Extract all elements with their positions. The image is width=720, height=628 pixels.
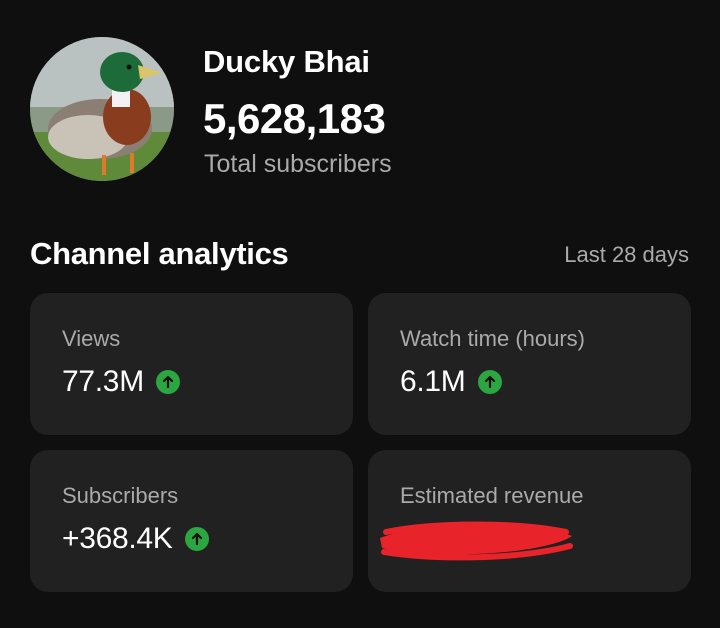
card-label: Estimated revenue: [400, 483, 584, 508]
analytics-period[interactable]: Last 28 days: [564, 242, 689, 268]
trend-up-icon: [477, 370, 502, 394]
duck-icon: [30, 37, 174, 181]
channel-avatar[interactable]: [30, 37, 174, 181]
analytics-card-subscribers[interactable]: Subscribers +368.4K: [30, 450, 353, 592]
card-value: +368.4K: [62, 522, 173, 555]
total-subscriber-count: 5,628,183: [203, 95, 386, 142]
card-value: 77.3M: [62, 365, 144, 398]
analytics-card-watch-time[interactable]: Watch time (hours) 6.1M: [368, 293, 691, 435]
card-value-row: 6.1M: [400, 365, 502, 399]
analytics-card-estimated-revenue[interactable]: Estimated revenue: [368, 450, 691, 592]
card-label: Subscribers: [62, 483, 179, 508]
redaction-scribble: [376, 514, 576, 562]
analytics-card-views[interactable]: Views 77.3M: [30, 293, 353, 435]
channel-name: Ducky Bhai: [203, 44, 370, 79]
trend-up-icon: [184, 527, 209, 551]
card-value: 6.1M: [400, 365, 466, 398]
channel-dashboard: Ducky Bhai 5,628,183 Total subscribers C…: [0, 0, 720, 628]
analytics-section-title: Channel analytics: [30, 236, 289, 271]
card-value-row: 77.3M: [62, 365, 180, 399]
total-subscribers-label: Total subscribers: [204, 150, 392, 178]
card-value-row: +368.4K: [62, 522, 209, 556]
card-label: Watch time (hours): [400, 326, 586, 351]
trend-up-icon: [155, 370, 180, 394]
card-label: Views: [62, 326, 121, 351]
